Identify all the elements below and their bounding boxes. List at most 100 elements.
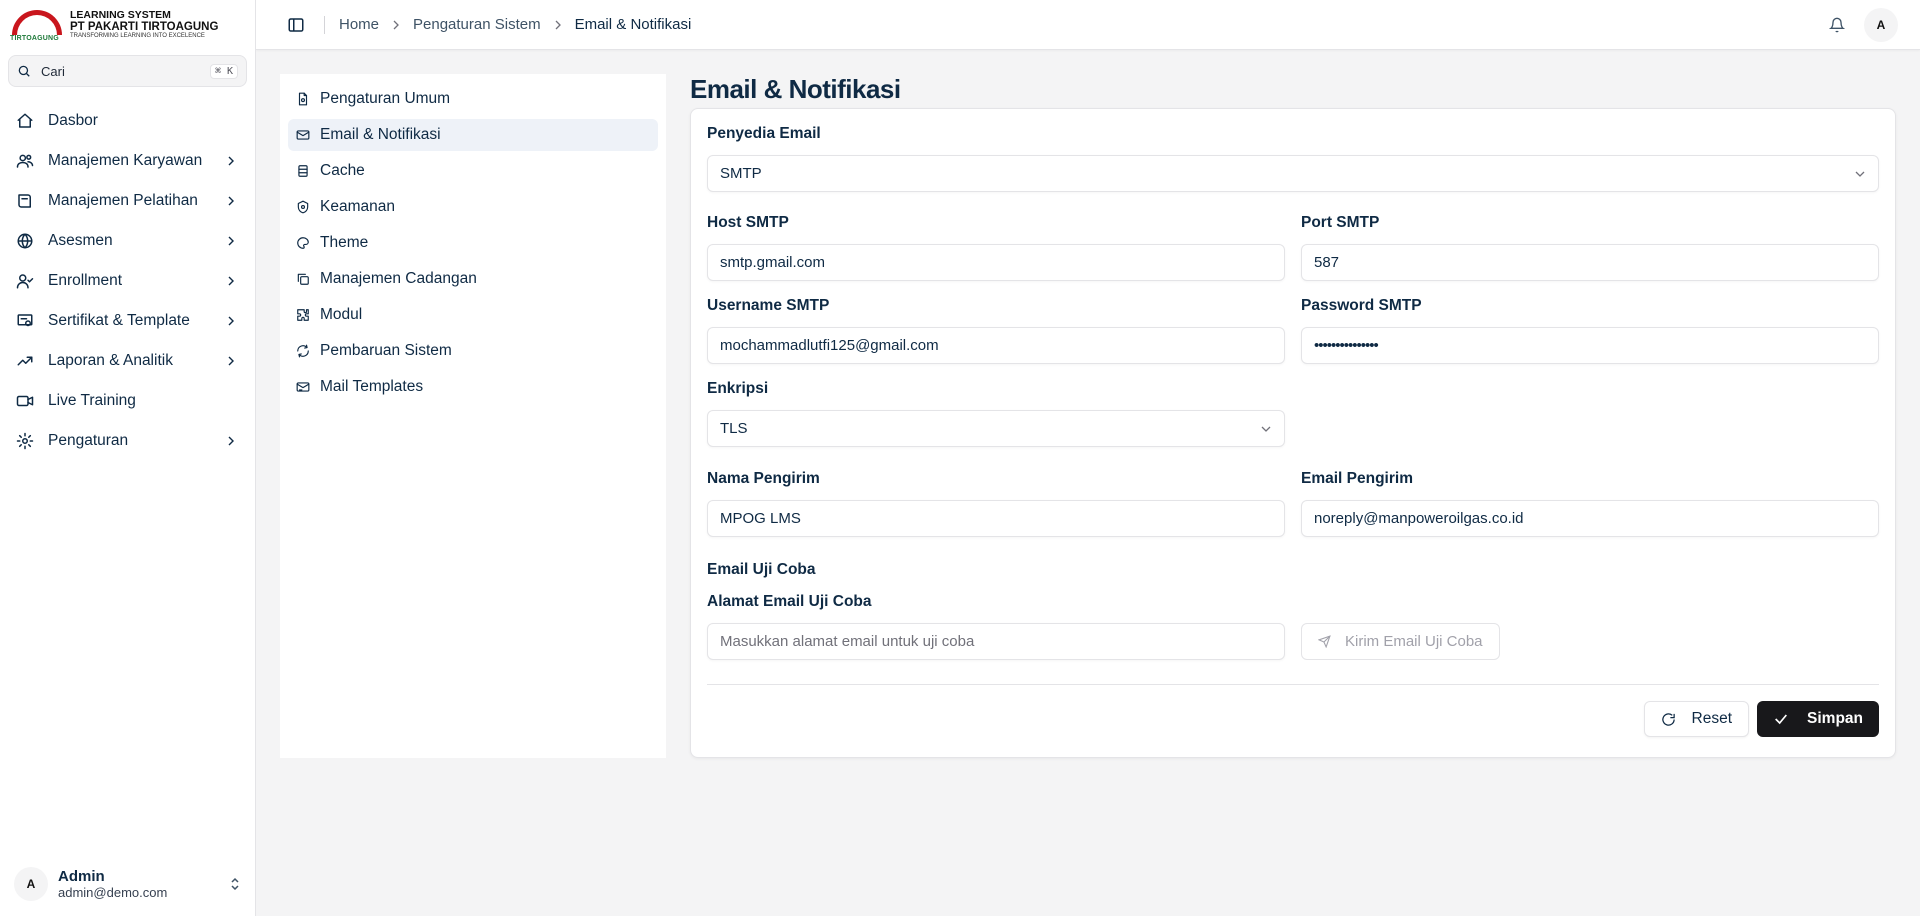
breadcrumb-system-settings[interactable]: Pengaturan Sistem bbox=[413, 16, 541, 33]
search-label: Cari bbox=[41, 63, 65, 79]
home-icon bbox=[16, 112, 34, 130]
test-email-label: Alamat Email Uji Coba bbox=[707, 593, 872, 610]
logo-line1: LEARNING SYSTEM bbox=[70, 9, 171, 22]
sender-email-label: Email Pengirim bbox=[1301, 470, 1413, 487]
reset-button[interactable]: Reset bbox=[1643, 701, 1750, 737]
bell-icon[interactable] bbox=[1822, 10, 1852, 40]
logo-line2: PT PAKARTI TIRTOAGUNG bbox=[70, 21, 219, 34]
settings-nav: Pengaturan Umum Email & Notifikasi Cache Ke… bbox=[280, 74, 666, 758]
user-check-icon bbox=[16, 272, 34, 290]
sidebar-item-label: Live Training bbox=[48, 392, 136, 409]
sidebar-item-asesmen[interactable]: Asesmen bbox=[8, 221, 247, 261]
sender-email-input[interactable]: noreply@manpoweroilgas.co.id bbox=[1301, 500, 1879, 537]
chevron-right-icon bbox=[228, 236, 234, 246]
chevron-down-icon bbox=[1855, 171, 1865, 177]
check-icon bbox=[1775, 714, 1787, 725]
sidebar-item-dasbor[interactable]: Dasbor bbox=[8, 101, 247, 141]
host-input[interactable]: smtp.gmail.com bbox=[707, 244, 1285, 281]
chevron-right-icon bbox=[228, 436, 234, 446]
settings-nav-label: Modul bbox=[320, 306, 363, 323]
settings-nav-label: Mail Templates bbox=[320, 378, 424, 395]
topbar: Home Pengaturan Sistem Email & Notifikas… bbox=[256, 0, 1920, 50]
settings-nav-item-pembaruan-sistem[interactable]: Pembaruan Sistem bbox=[288, 335, 658, 367]
award-icon bbox=[16, 232, 34, 250]
user-avatar-top[interactable]: A bbox=[1864, 7, 1898, 42]
gear-icon bbox=[16, 432, 34, 450]
save-button[interactable]: Simpan bbox=[1757, 701, 1879, 737]
puzzle-icon bbox=[296, 308, 310, 322]
chevron-down-icon bbox=[1261, 426, 1271, 432]
provider-select[interactable]: SMTP bbox=[707, 155, 1879, 192]
chevrons-up-down-icon bbox=[229, 877, 241, 891]
settings-nav-label: Email & Notifikasi bbox=[320, 126, 441, 143]
user-name: Admin bbox=[58, 868, 105, 885]
test-email-input[interactable]: Masukkan alamat email untuk uji coba bbox=[707, 623, 1285, 660]
send-icon bbox=[1318, 635, 1331, 648]
settings-nav-label: Manajemen Cadangan bbox=[320, 270, 477, 287]
port-input[interactable]: 587 bbox=[1301, 244, 1879, 281]
chevron-right-icon bbox=[228, 196, 234, 206]
sidebar-item-live-training[interactable]: Live Training bbox=[8, 381, 247, 421]
file-settings-icon bbox=[296, 92, 310, 106]
user-avatar: A bbox=[14, 867, 48, 901]
user-menu[interactable]: A Admin admin@demo.com bbox=[0, 852, 255, 916]
host-label: Host SMTP bbox=[707, 214, 789, 231]
settings-nav-label: Pembaruan Sistem bbox=[320, 342, 452, 359]
logo-mark: TIRTOAGUNG bbox=[10, 8, 64, 42]
sidebar-item-manajemen-pelatihan[interactable]: Manajemen Pelatihan bbox=[8, 181, 247, 221]
settings-nav-item-pengaturan-umum[interactable]: Pengaturan Umum bbox=[288, 83, 658, 115]
refresh-icon bbox=[296, 344, 310, 358]
users-icon bbox=[16, 152, 34, 170]
settings-nav-item-modul[interactable]: Modul bbox=[288, 299, 658, 331]
sidebar-item-pengaturan[interactable]: Pengaturan bbox=[8, 421, 247, 461]
chevron-right-icon bbox=[228, 276, 234, 286]
settings-nav-item-cache[interactable]: Cache bbox=[288, 155, 658, 187]
sidebar-toggle-icon[interactable] bbox=[284, 13, 308, 37]
send-test-email-button[interactable]: Kirim Email Uji Coba bbox=[1301, 623, 1500, 660]
sender-name-label: Nama Pengirim bbox=[707, 470, 820, 487]
settings-nav-label: Cache bbox=[320, 162, 365, 179]
chevron-right-icon bbox=[393, 20, 399, 29]
user-email: admin@demo.com bbox=[58, 885, 168, 900]
sidebar-item-enrollment[interactable]: Enrollment bbox=[8, 261, 247, 301]
search-button[interactable]: Cari ⌘ K bbox=[8, 55, 247, 87]
chart-icon bbox=[16, 352, 34, 370]
palette-icon bbox=[296, 236, 310, 250]
sidebar-item-label: Dasbor bbox=[48, 112, 98, 129]
company-logo[interactable]: TIRTOAGUNG LEARNING SYSTEM PT PAKARTI TI… bbox=[0, 0, 255, 50]
chevron-right-icon bbox=[228, 356, 234, 366]
certificate-icon bbox=[16, 312, 34, 330]
sidebar-item-sertifikat-template[interactable]: Sertifikat & Template bbox=[8, 301, 247, 341]
settings-nav-item-mail-templates[interactable]: Mail Templates bbox=[288, 371, 658, 403]
encryption-value: TLS bbox=[720, 420, 748, 437]
sidebar-item-label: Laporan & Analitik bbox=[48, 352, 173, 369]
search-icon bbox=[17, 64, 31, 78]
breadcrumb-home[interactable]: Home bbox=[339, 16, 379, 33]
encryption-label: Enkripsi bbox=[707, 380, 769, 397]
settings-nav-label: Keamanan bbox=[320, 198, 395, 215]
provider-label: Penyedia Email bbox=[707, 125, 821, 142]
port-label: Port SMTP bbox=[1301, 214, 1380, 231]
chevron-right-icon bbox=[228, 156, 234, 166]
username-label: Username SMTP bbox=[707, 297, 830, 314]
sender-name-input[interactable]: MPOG LMS bbox=[707, 500, 1285, 537]
mail-template-icon bbox=[296, 380, 310, 394]
sidebar-item-label: Manajemen Karyawan bbox=[48, 152, 203, 169]
provider-value: SMTP bbox=[720, 165, 762, 182]
book-icon bbox=[16, 192, 34, 210]
page-title: Email & Notifikasi bbox=[690, 74, 901, 104]
password-input[interactable]: ••••••••••••••• bbox=[1301, 327, 1879, 364]
settings-nav-label: Pengaturan Umum bbox=[320, 90, 451, 107]
sidebar-item-laporan-analitik[interactable]: Laporan & Analitik bbox=[8, 341, 247, 381]
search-shortcut: ⌘ K bbox=[209, 63, 238, 79]
username-input[interactable]: mochammadlutfi125@gmail.com bbox=[707, 327, 1285, 364]
settings-nav-item-theme[interactable]: Theme bbox=[288, 227, 658, 259]
settings-nav-item-keamanan[interactable]: Keamanan bbox=[288, 191, 658, 223]
settings-nav-item-manajemen-cadangan[interactable]: Manajemen Cadangan bbox=[288, 263, 658, 295]
breadcrumb-current: Email & Notifikasi bbox=[574, 16, 692, 33]
database-icon bbox=[296, 164, 310, 178]
sidebar-item-manajemen-karyawan[interactable]: Manajemen Karyawan bbox=[8, 141, 247, 181]
encryption-select[interactable]: TLS bbox=[707, 410, 1285, 447]
sidebar-item-label: Manajemen Pelatihan bbox=[48, 192, 198, 209]
settings-nav-item-email-notifikasi[interactable]: Email & Notifikasi bbox=[288, 119, 658, 151]
